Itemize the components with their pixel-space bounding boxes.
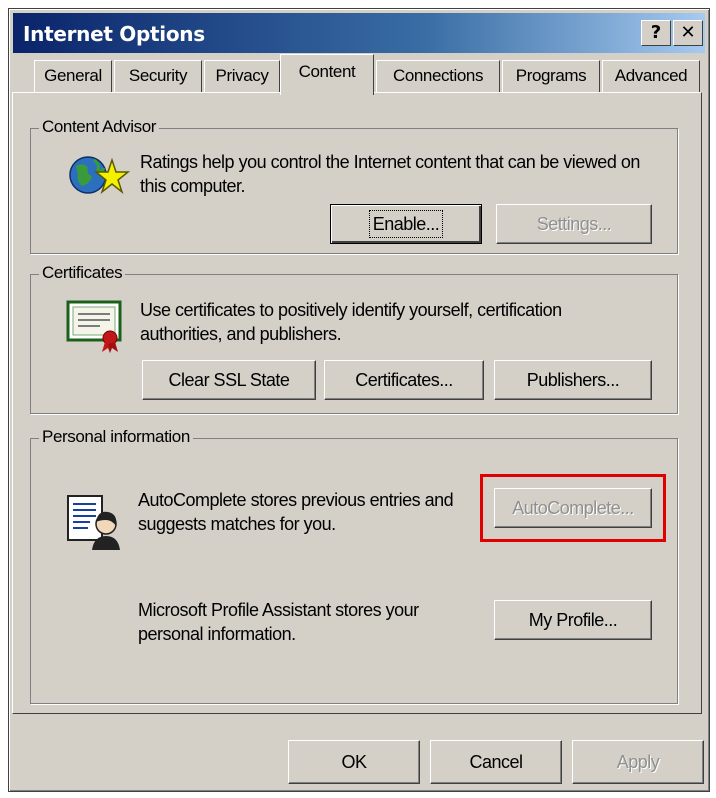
enable-button[interactable]: Enable...	[330, 204, 482, 244]
cancel-button[interactable]: Cancel	[430, 740, 562, 784]
apply-button[interactable]: Apply	[572, 740, 704, 784]
certificate-icon	[66, 300, 122, 353]
globe-star-icon	[69, 156, 130, 195]
tab-strip: General Security Privacy Content Connect…	[12, 54, 702, 95]
publishers-button[interactable]: Publishers...	[494, 360, 652, 400]
certificates-button[interactable]: Certificates...	[324, 360, 484, 400]
clear-ssl-state-button[interactable]: Clear SSL State	[142, 360, 316, 400]
help-button[interactable]: ?	[641, 20, 671, 46]
tab-privacy[interactable]: Privacy	[204, 60, 280, 92]
tab-programs[interactable]: Programs	[502, 60, 600, 92]
personal-information-title: Personal information	[39, 427, 193, 447]
profile-assistant-description: Microsoft Profile Assistant stores your …	[138, 600, 419, 644]
certificates-description: Use certificates to positively identify …	[140, 300, 562, 344]
content-settings-button[interactable]: Settings...	[496, 204, 652, 244]
tab-advanced[interactable]: Advanced	[602, 60, 700, 92]
tab-content[interactable]: Content	[280, 54, 374, 95]
tab-connections[interactable]: Connections	[376, 60, 500, 92]
autocomplete-highlight-box	[480, 474, 666, 542]
window-title: Internet Options	[23, 22, 205, 46]
autocomplete-description: AutoComplete stores previous entries and…	[138, 490, 454, 534]
tab-general[interactable]: General	[34, 60, 112, 92]
close-button[interactable]: ✕	[673, 20, 703, 46]
content-advisor-title: Content Advisor	[39, 117, 160, 137]
my-profile-button[interactable]: My Profile...	[494, 600, 652, 640]
content-advisor-description: Ratings help you control the Internet co…	[140, 152, 640, 196]
certificates-title: Certificates	[39, 263, 126, 283]
title-bar[interactable]: Internet Options ? ✕	[13, 13, 705, 53]
tab-security[interactable]: Security	[114, 60, 202, 92]
profile-card-icon	[67, 495, 120, 550]
ok-button[interactable]: OK	[288, 740, 420, 784]
enable-button-label: Enable...	[368, 210, 444, 238]
